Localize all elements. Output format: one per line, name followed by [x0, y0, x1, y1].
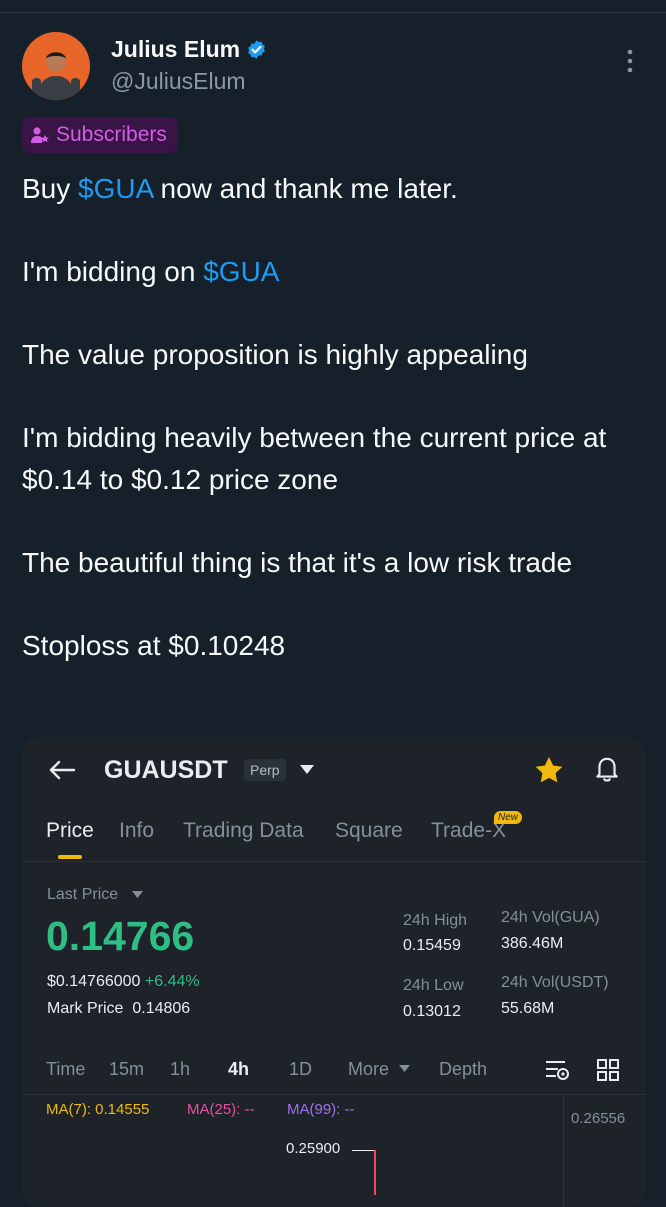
low-label: 24h Low: [403, 977, 464, 994]
subscribers-badge[interactable]: Subscribers: [22, 117, 178, 153]
usd-price: $0.14766000 +6.44%: [47, 973, 200, 990]
vol-usdt-label: 24h Vol(USDT): [501, 974, 609, 991]
caret-down-icon[interactable]: [399, 1065, 410, 1073]
tweet-line: I'm bidding heavily between the current …: [22, 422, 607, 495]
indicator-settings-icon[interactable]: [545, 1059, 571, 1083]
author-avatar[interactable]: [22, 32, 90, 100]
ma25-label: MA(25): --: [187, 1101, 255, 1118]
verified-badge-icon: [248, 40, 265, 59]
vol-gua-label: 24h Vol(GUA): [501, 909, 600, 926]
tab-square[interactable]: Square: [335, 819, 403, 843]
tweet-line: The beautiful thing is that it's a low r…: [22, 546, 573, 578]
contract-badge: Perp: [244, 759, 286, 781]
interval-15m[interactable]: 15m: [109, 1059, 144, 1080]
mark-price: Mark Price 0.14806: [47, 1000, 191, 1017]
interval-4h[interactable]: 4h: [228, 1059, 249, 1080]
interval-more[interactable]: More: [348, 1059, 389, 1080]
symbol-title[interactable]: GUAUSDT: [104, 756, 228, 785]
high-label: 24h High: [403, 912, 468, 929]
star-favorite-icon[interactable]: [534, 756, 564, 784]
tweet-line: The value proposition is highly appealin…: [22, 339, 528, 370]
interval-1d[interactable]: 1D: [289, 1059, 312, 1080]
top-divider: [0, 12, 666, 13]
interval-time[interactable]: Time: [46, 1059, 85, 1080]
trading-screenshot[interactable]: GUAUSDT Perp Price Info Trading Data Squ…: [22, 737, 646, 1207]
tab-info[interactable]: Info: [119, 819, 154, 843]
ma7-label: MA(7): 0.14555: [46, 1101, 150, 1118]
tab-trading-data[interactable]: Trading Data: [183, 819, 304, 843]
cashtag-link[interactable]: $GUA: [203, 256, 279, 287]
chart-axis-divider: [563, 1095, 564, 1207]
tab-active-indicator: [58, 855, 82, 859]
depth-tab[interactable]: Depth: [439, 1059, 487, 1080]
subscriber-icon: [31, 127, 49, 143]
change-percent: +6.44%: [144, 973, 200, 990]
last-price-label[interactable]: Last Price: [47, 886, 118, 904]
high-value: 0.15459: [403, 937, 461, 954]
vol-usdt-value: 55.68M: [501, 1000, 555, 1017]
last-price: 0.14766: [46, 913, 195, 959]
ma99-label: MA(99): --: [287, 1101, 355, 1118]
tweet-line: Stoploss at $0.10248: [22, 629, 286, 661]
chart-high-leader: [352, 1150, 376, 1151]
more-options-icon[interactable]: [620, 48, 640, 74]
low-value: 0.13012: [403, 1003, 461, 1020]
grid-layout-icon[interactable]: [597, 1059, 619, 1081]
tab-price[interactable]: Price: [46, 819, 94, 843]
chart-high-label: 0.25900: [286, 1140, 341, 1157]
author-handle[interactable]: @JuliusElum: [111, 68, 246, 95]
interval-1h[interactable]: 1h: [170, 1059, 190, 1080]
candle-wick: [374, 1150, 376, 1195]
vol-gua-value: 386.46M: [501, 935, 564, 952]
chevron-down-icon[interactable]: [300, 765, 314, 775]
tweet-line: I'm bidding on $GUA: [22, 256, 280, 287]
interval-divider: [22, 1094, 646, 1095]
axis-top-label: 0.26556: [571, 1110, 626, 1127]
new-badge: New: [494, 811, 523, 824]
back-arrow-icon[interactable]: [48, 759, 76, 781]
bell-alert-icon[interactable]: [594, 755, 620, 783]
author-name[interactable]: Julius Elum: [111, 36, 267, 63]
tabs-divider: [22, 861, 646, 862]
tweet-text: Buy $GUA now and thank me later. I'm bid…: [22, 168, 652, 666]
tweet-line: Buy $GUA now and thank me later.: [22, 173, 458, 204]
cashtag-link[interactable]: $GUA: [78, 173, 153, 204]
caret-down-icon[interactable]: [132, 891, 143, 899]
